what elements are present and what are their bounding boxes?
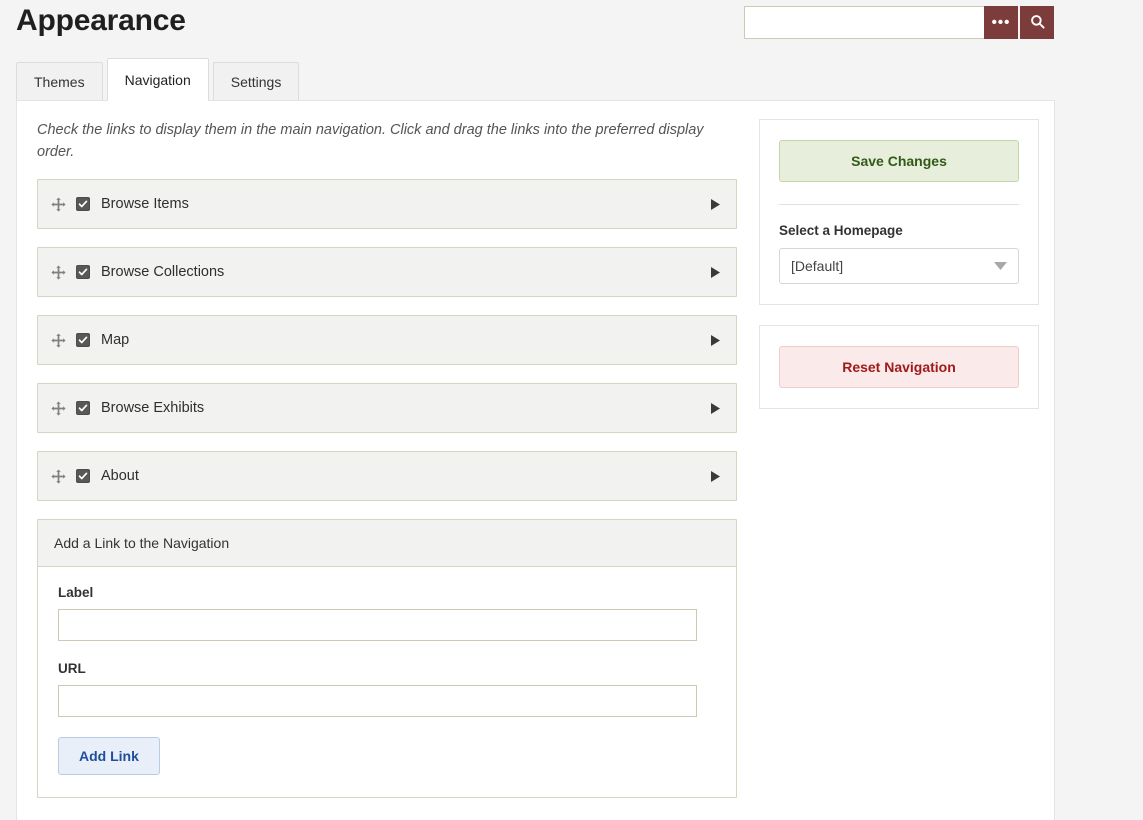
nav-item-checkbox[interactable] <box>76 265 90 280</box>
nav-item-label: About <box>101 468 139 485</box>
nav-list-item[interactable]: Map <box>37 315 737 366</box>
save-changes-button[interactable]: Save Changes <box>779 140 1019 182</box>
drag-handle-icon[interactable] <box>50 400 66 416</box>
top-bar: Appearance ••• <box>0 0 1143 55</box>
chevron-right-icon[interactable] <box>708 333 722 347</box>
drag-handle-icon[interactable] <box>50 468 66 484</box>
homepage-select[interactable]: [Default] <box>779 248 1019 284</box>
nav-item-label: Browse Collections <box>101 264 225 281</box>
nav-list-item[interactable]: About <box>37 451 737 502</box>
search-input[interactable] <box>744 6 984 39</box>
nav-item-checkbox[interactable] <box>76 197 90 212</box>
panel-divider <box>779 204 1019 205</box>
add-link-form: Label URL Add Link <box>38 567 736 797</box>
drag-handle-icon[interactable] <box>50 332 66 348</box>
tab-navigation[interactable]: Navigation <box>106 58 209 101</box>
search-submit-button[interactable] <box>1020 6 1054 39</box>
nav-list-item[interactable]: Browse Exhibits <box>37 383 737 434</box>
nav-item-label: Browse Items <box>101 196 189 213</box>
ellipsis-icon: ••• <box>991 14 1011 31</box>
sidebar-column: Save Changes Select a Homepage [Default]… <box>759 119 1039 798</box>
url-input[interactable] <box>58 685 697 718</box>
drag-handle-icon[interactable] <box>50 196 66 212</box>
chevron-right-icon[interactable] <box>708 197 722 211</box>
add-link-heading: Add a Link to the Navigation <box>38 520 736 568</box>
nav-item-label: Map <box>101 332 130 349</box>
navigation-editor-column: Check the links to display them in the m… <box>37 119 737 799</box>
label-input[interactable] <box>58 609 697 642</box>
chevron-right-icon[interactable] <box>708 469 722 483</box>
url-field-label: URL <box>58 661 86 677</box>
nav-item-checkbox[interactable] <box>76 333 90 348</box>
tab-bar: Themes Navigation Settings <box>16 55 1143 101</box>
label-field-label: Label <box>58 585 94 601</box>
nav-item-checkbox[interactable] <box>76 469 90 484</box>
nav-list-item[interactable]: Browse Collections <box>37 247 737 298</box>
reset-navigation-button[interactable]: Reset Navigation <box>779 346 1019 388</box>
instructions-text: Check the links to display them in the m… <box>37 122 704 161</box>
content-panel: Check the links to display them in the m… <box>16 100 1055 820</box>
search-icon <box>1030 14 1045 32</box>
homepage-select-value: [Default] <box>791 258 844 274</box>
chevron-right-icon[interactable] <box>708 401 722 415</box>
nav-item-checkbox[interactable] <box>76 401 90 416</box>
save-panel: Save Changes Select a Homepage [Default] <box>759 119 1039 305</box>
nav-item-label: Browse Exhibits <box>101 400 205 417</box>
add-link-panel: Add a Link to the Navigation Label URL A… <box>37 519 737 799</box>
homepage-select-wrapper: [Default] <box>779 248 1019 284</box>
homepage-label: Select a Homepage <box>779 223 903 238</box>
advanced-search-button[interactable]: ••• <box>984 6 1018 39</box>
nav-list-item[interactable]: Browse Items <box>37 179 737 230</box>
tab-settings[interactable]: Settings <box>212 62 300 100</box>
add-link-button[interactable]: Add Link <box>58 737 160 776</box>
search-bar: ••• <box>744 6 1054 39</box>
chevron-right-icon[interactable] <box>708 265 722 279</box>
reset-panel: Reset Navigation <box>759 325 1039 409</box>
page-title: Appearance <box>16 4 186 37</box>
drag-handle-icon[interactable] <box>50 264 66 280</box>
tab-themes[interactable]: Themes <box>16 62 103 100</box>
